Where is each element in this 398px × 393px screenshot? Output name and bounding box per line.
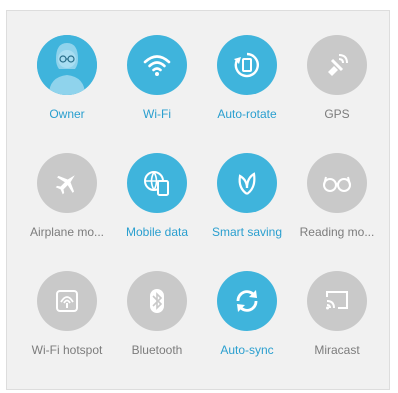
tile-label: Airplane mo... <box>29 225 105 239</box>
tile-label: Mobile data <box>125 225 189 239</box>
tile-label: Wi-Fi <box>143 107 171 121</box>
bluetooth-icon <box>127 271 187 331</box>
tile-label: Owner <box>49 107 85 121</box>
wifi-icon <box>127 35 187 95</box>
tile-owner[interactable]: Owner <box>19 35 115 145</box>
tile-label: Smart saving <box>211 225 283 239</box>
cast-icon <box>307 271 367 331</box>
tile-reading-mode[interactable]: Reading mo... <box>289 153 385 263</box>
hotspot-icon <box>37 271 97 331</box>
tile-label: Bluetooth <box>131 343 183 357</box>
tile-label: Wi-Fi hotspot <box>31 343 103 357</box>
tile-auto-sync[interactable]: Auto-sync <box>199 271 295 381</box>
tile-bluetooth[interactable]: Bluetooth <box>109 271 205 381</box>
sync-icon <box>217 271 277 331</box>
quick-settings-grid: Owner Wi-Fi Auto-rotate GPS Airplane mo.… <box>7 11 389 389</box>
tile-smart-saving[interactable]: Smart saving <box>199 153 295 263</box>
tile-label: Auto-sync <box>220 343 274 357</box>
auto-rotate-icon <box>217 35 277 95</box>
tile-auto-rotate[interactable]: Auto-rotate <box>199 35 295 145</box>
tile-wifi[interactable]: Wi-Fi <box>109 35 205 145</box>
gps-icon <box>307 35 367 95</box>
tile-gps[interactable]: GPS <box>289 35 385 145</box>
user-avatar-icon <box>37 35 97 95</box>
tile-airplane-mode[interactable]: Airplane mo... <box>19 153 115 263</box>
tile-label: GPS <box>324 107 350 121</box>
glasses-icon <box>307 153 367 213</box>
tile-miracast[interactable]: Miracast <box>289 271 385 381</box>
tile-label: Miracast <box>314 343 360 357</box>
tile-wifi-hotspot[interactable]: Wi-Fi hotspot <box>19 271 115 381</box>
tile-label: Reading mo... <box>299 225 375 239</box>
tile-mobile-data[interactable]: Mobile data <box>109 153 205 263</box>
tile-label: Auto-rotate <box>217 107 277 121</box>
quick-settings-panel: Owner Wi-Fi Auto-rotate GPS Airplane mo.… <box>6 10 390 390</box>
leaf-icon <box>217 153 277 213</box>
airplane-icon <box>37 153 97 213</box>
mobile-data-icon <box>127 153 187 213</box>
